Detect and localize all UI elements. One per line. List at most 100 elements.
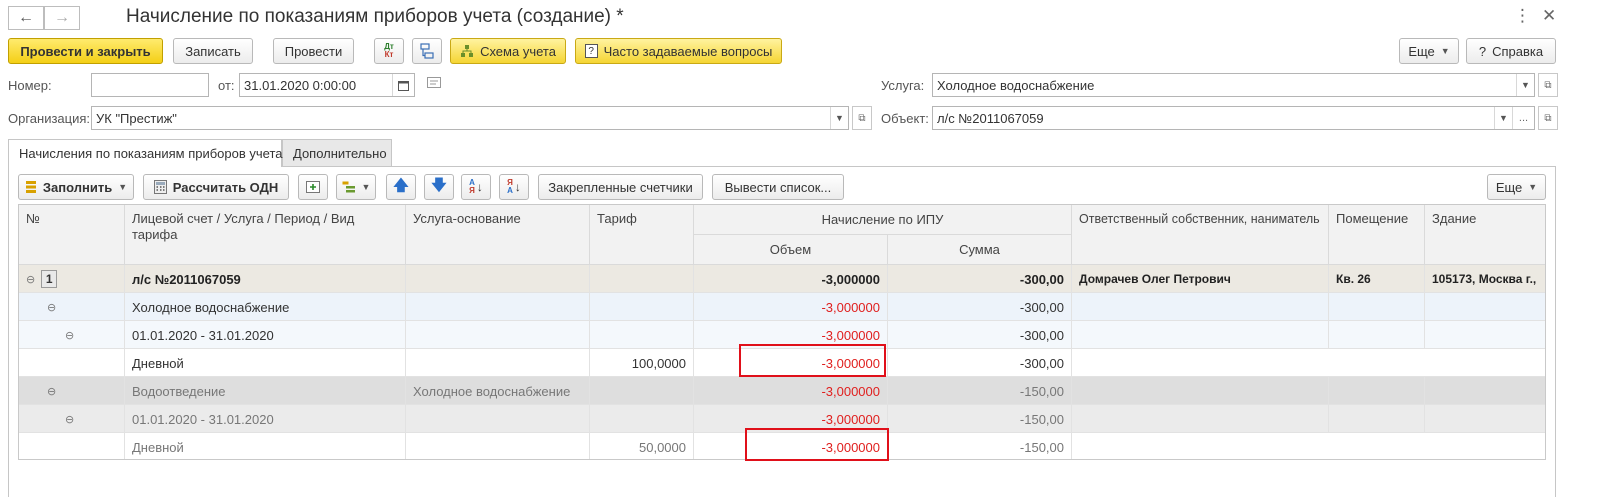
service-field[interactable]: Холодное водоснабжение ▼ — [932, 73, 1535, 97]
sort-desc-button[interactable]: Я А ↓ — [499, 174, 529, 200]
sort-asc-button[interactable]: А Я ↓ — [461, 174, 491, 200]
table-row[interactable]: ⊖ 1 л/с №2011067059 -3,000000 -300,00 До… — [19, 265, 1545, 293]
row-sum: -300,00 — [888, 349, 1072, 377]
open-icon: ⧉ — [1544, 79, 1552, 91]
collapse-icon[interactable]: ⊖ — [26, 273, 35, 286]
select-ellipsis-icon[interactable]: ... — [1512, 107, 1534, 129]
table-more-button[interactable]: Еще ▼ — [1487, 174, 1546, 200]
row-sum: -150,00 — [888, 433, 1072, 459]
fixed-counters-button[interactable]: Закрепленные счетчики — [538, 174, 703, 200]
post-and-close-button[interactable]: Провести и закрыть — [8, 38, 163, 64]
help-button[interactable]: ? Справка — [1466, 38, 1556, 64]
window-menu-icon[interactable]: ⋮ — [1514, 6, 1531, 26]
row-base — [406, 433, 590, 459]
collapse-icon[interactable]: ⊖ — [65, 413, 74, 426]
row-name: Дневной — [125, 349, 406, 377]
table-row[interactable]: ⊖ Холодное водоснабжение -3,000000 -300,… — [19, 293, 1545, 321]
dropdown-icon[interactable]: ▼ — [1516, 74, 1534, 96]
forward-button[interactable]: → — [44, 6, 80, 30]
help-icon: ? — [1478, 43, 1487, 59]
open-organization-button[interactable]: ⧉ — [852, 106, 872, 130]
dt-kt-button[interactable]: Дт Кт — [374, 38, 404, 64]
tree-list-icon — [342, 181, 356, 193]
open-icon: ⧉ — [1544, 112, 1552, 124]
move-up-button[interactable]: 🡅 — [386, 174, 416, 200]
arrow-left-icon: ← — [18, 9, 34, 26]
object-field[interactable]: л/с №2011067059 ▼ ... — [932, 106, 1535, 130]
row-number: 1 — [41, 270, 58, 288]
col-sum[interactable]: Сумма — [888, 235, 1072, 265]
number-label: Номер: — [8, 78, 52, 93]
highlight-box — [739, 344, 886, 377]
structure-icon — [419, 43, 435, 59]
col-base-service[interactable]: Услуга-основание — [406, 205, 590, 265]
row-base — [406, 321, 590, 349]
row-name: Водоотведение — [125, 377, 406, 405]
col-building[interactable]: Здание — [1425, 205, 1545, 265]
number-field[interactable] — [91, 73, 209, 97]
row-name: 01.01.2020 - 31.01.2020 — [125, 405, 406, 433]
scheme-icon — [460, 44, 474, 58]
tab-additional[interactable]: Дополнительно — [282, 139, 392, 166]
arrow-down-icon: 🡇 — [431, 176, 447, 194]
row-sum: -300,00 — [888, 321, 1072, 349]
col-tariff[interactable]: Тариф — [590, 205, 694, 265]
collapse-icon[interactable]: ⊖ — [47, 385, 56, 398]
col-ipu-group: Начисление по ИПУ — [694, 205, 1072, 235]
col-account[interactable]: Лицевой счет / Услуга / Период / Вид тар… — [125, 205, 406, 265]
col-num[interactable]: № — [19, 205, 125, 265]
back-button[interactable]: ← — [8, 6, 44, 30]
col-room[interactable]: Помещение — [1329, 205, 1425, 265]
row-tariff — [590, 405, 694, 433]
arrow-right-icon: → — [54, 9, 70, 26]
more-button[interactable]: Еще ▼ — [1399, 38, 1459, 64]
col-owner[interactable]: Ответственный собственник, наниматель — [1072, 205, 1329, 265]
row-owner: Домрачев Олег Петрович — [1072, 265, 1329, 293]
comment-icon[interactable] — [427, 77, 441, 92]
calc-odn-button[interactable]: Рассчитать ОДН — [143, 174, 289, 200]
row-room: Кв. 26 — [1329, 265, 1425, 293]
caret-down-icon: ▼ — [361, 182, 371, 192]
fill-button[interactable]: Заполнить ▼ — [18, 174, 134, 200]
collapse-icon[interactable]: ⊖ — [47, 301, 56, 314]
arrow-up-icon: 🡅 — [393, 176, 409, 194]
date-label: от: — [218, 78, 235, 93]
sort-ascending-icon: АЯ — [469, 178, 475, 195]
structure-button[interactable] — [412, 38, 442, 64]
row-base: Холодное водоснабжение — [406, 377, 590, 405]
print-list-button[interactable]: Вывести список... — [712, 174, 844, 200]
save-button[interactable]: Записать — [173, 38, 253, 64]
collapse-icon[interactable]: ⊖ — [65, 329, 74, 342]
charges-table[interactable]: № Лицевой счет / Услуга / Период / Вид т… — [18, 204, 1546, 460]
open-service-button[interactable]: ⧉ — [1538, 73, 1558, 97]
move-down-button[interactable]: 🡇 — [424, 174, 454, 200]
row-sum: -300,00 — [888, 265, 1072, 293]
tab-meter-charges[interactable]: Начисления по показаниям приборов учета — [8, 139, 283, 167]
close-icon[interactable]: ✕ — [1542, 6, 1556, 26]
col-volume[interactable]: Объем — [694, 235, 888, 265]
row-sum: -150,00 — [888, 377, 1072, 405]
open-object-button[interactable]: ⧉ — [1538, 106, 1558, 130]
row-name: Холодное водоснабжение — [125, 293, 406, 321]
fill-icon — [25, 180, 37, 194]
open-icon: ⧉ — [858, 112, 866, 124]
question-icon: ? — [584, 44, 598, 58]
organization-field[interactable]: УК "Престиж" ▼ — [91, 106, 849, 130]
post-button[interactable]: Провести — [273, 38, 354, 64]
table-row[interactable]: ⊖ Водоотведение Холодное водоснабжение -… — [19, 377, 1545, 405]
add-group-button[interactable] — [298, 174, 328, 200]
dropdown-icon[interactable]: ▼ — [1494, 107, 1512, 129]
faq-button[interactable]: ? Часто задаваемые вопросы — [575, 38, 782, 64]
debit-credit-icon: Дт Кт — [384, 42, 394, 59]
row-name: Дневной — [125, 433, 406, 459]
row-name: 01.01.2020 - 31.01.2020 — [125, 321, 406, 349]
row-actions-button[interactable]: ▼ — [336, 174, 376, 200]
add-row-icon — [306, 181, 320, 193]
date-field[interactable]: 31.01.2020 0:00:00 — [239, 73, 415, 97]
calendar-icon[interactable] — [392, 74, 414, 96]
dropdown-icon[interactable]: ▼ — [830, 107, 848, 129]
row-tariff: 50,0000 — [590, 433, 694, 459]
account-scheme-button[interactable]: Схема учета — [450, 38, 566, 64]
page-title: Начисление по показаниям приборов учета … — [126, 6, 624, 27]
highlight-box — [745, 428, 889, 461]
